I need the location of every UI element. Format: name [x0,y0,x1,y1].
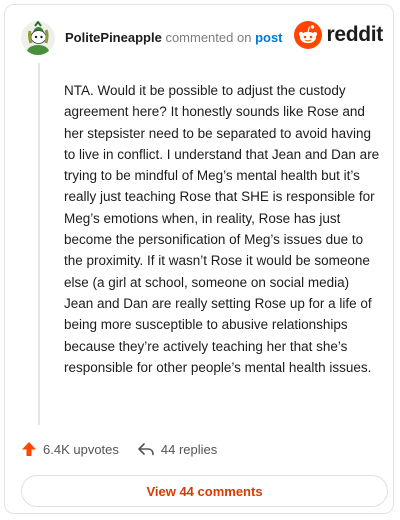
reddit-snoo-icon [294,21,323,49]
comment-body: NTA. Would it be possible to adjust the … [64,83,380,375]
reply-button[interactable]: 44 replies [137,441,217,457]
brand-name: reddit [326,23,383,46]
comment-header: PolitePineapple commented on post [65,30,283,45]
comment-card: PolitePineapple commented on post reddit… [4,4,394,514]
arrow-up-icon [22,442,36,456]
upvote-count: 6.4K upvotes [43,441,119,457]
reddit-logo[interactable]: reddit [294,21,383,49]
snoo-avatar-icon [21,21,55,55]
username-link[interactable]: PolitePineapple [65,30,162,45]
comment-actions: 6.4K upvotes 44 replies [21,441,217,457]
view-comments-button[interactable]: View 44 comments [21,475,388,507]
post-link[interactable]: post [255,30,282,45]
action-text: commented on [165,30,252,45]
reply-count: 44 replies [160,441,218,457]
reply-arrow-icon [138,443,154,456]
thread-line[interactable] [38,63,40,425]
upvote-button[interactable]: 6.4K upvotes [21,441,119,457]
avatar[interactable] [21,21,55,55]
